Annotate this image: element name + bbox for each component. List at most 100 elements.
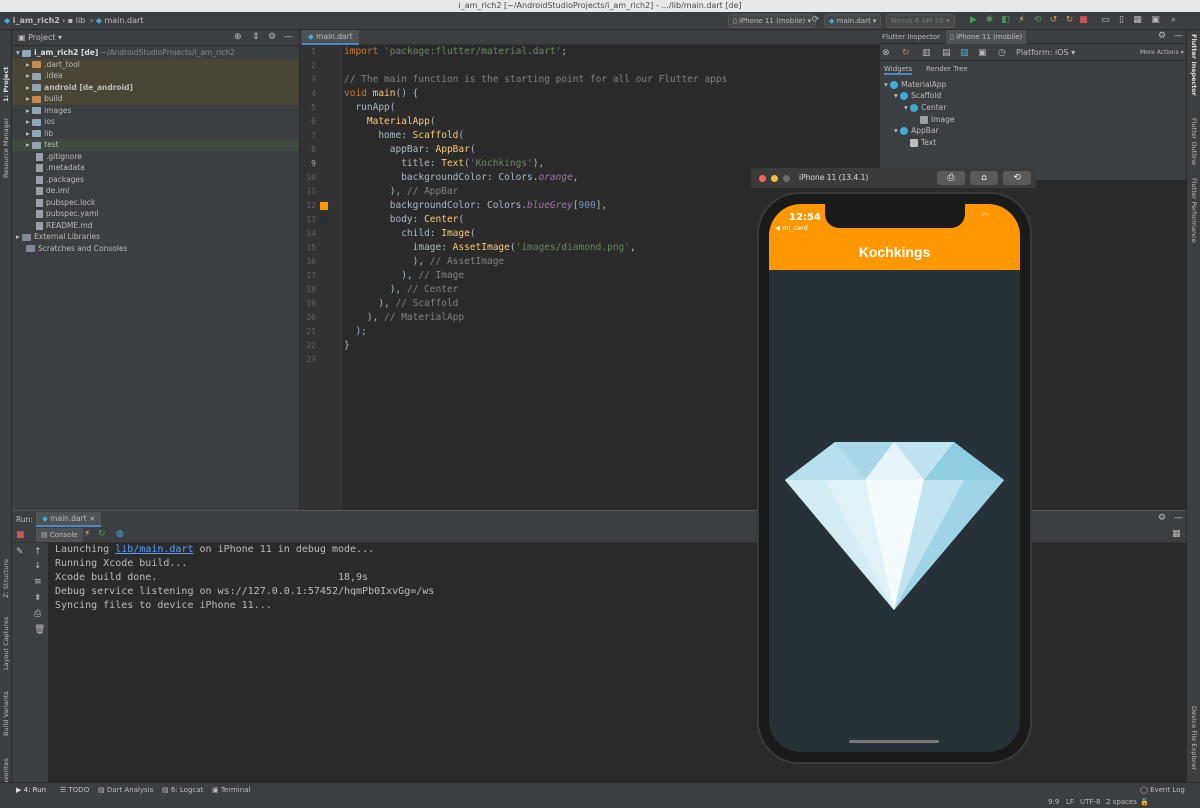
tree-item[interactable]: .packages [12,174,299,186]
widget-tree-center[interactable]: ▾ Center [904,103,946,112]
select-widget-icon[interactable]: ⊗ [882,48,890,58]
locate-icon[interactable]: ⊕ [234,32,242,42]
main-dart-link[interactable]: lib/main.dart [115,544,193,555]
tree-item[interactable]: .gitignore [12,151,299,163]
baseline-icon[interactable]: ▣ [978,48,987,58]
refresh-icon[interactable]: ⟳ [810,15,821,26]
tab-run[interactable]: ▶ 4: Run [16,786,46,794]
inspector-hide-icon[interactable]: — [1174,31,1183,41]
run-gear-icon[interactable]: ⚙ [1158,513,1166,523]
more-actions-button[interactable]: More Actions ▾ [1140,49,1184,56]
stop-icon[interactable]: ■ [16,530,25,540]
hot-restart-icon[interactable]: ↻ [98,529,106,539]
search-icon[interactable]: ⌕ [1168,15,1179,26]
lock-icon[interactable]: 🔒 [1140,798,1149,806]
project-structure-icon[interactable]: ▦ [1132,15,1143,26]
line-separator[interactable]: LF [1066,798,1074,806]
tree-item[interactable]: ▸ lib [12,128,299,140]
tree-item[interactable]: ▸ android [de_android] [12,81,299,93]
restart-icon[interactable]: ↻ [1064,15,1075,26]
breadcrumb-lib[interactable]: › ▪ lib [62,15,85,27]
run-config-selector[interactable]: ◆ main.dart ▾ [824,14,882,28]
performance-overlay-icon[interactable]: ▥ [922,48,931,58]
tab-logcat[interactable]: ▤ 6: Logcat [162,786,203,794]
iphone-screen[interactable]: 12:54 ◀ ml_card ◠ DEBUG Kochkings [769,204,1020,752]
gear-icon[interactable]: ⚙ [268,32,276,42]
scroll-down-icon[interactable]: ↓ [34,561,42,571]
tree-item[interactable]: ▸ .idea [12,70,299,82]
hot-reload-icon[interactable]: ⚡ [84,529,90,539]
avd-manager-icon[interactable]: ▯ [1116,15,1127,26]
coverage-icon[interactable]: ◧ [1000,15,1011,26]
zoom-button[interactable] [783,175,790,182]
platform-selector[interactable]: Platform: iOS ▾ [1016,48,1075,57]
breadcrumb-file[interactable]: › ◆ main.dart [90,15,143,27]
tree-item[interactable]: ▸ test [12,139,299,151]
stop-icon[interactable]: ■ [1078,15,1089,26]
tree-item[interactable]: ▸ build [12,93,299,105]
inspector-device-tab[interactable]: ▯ iPhone 11 (mobile) [946,30,1027,44]
widgets-tab[interactable]: Widgets [884,65,913,75]
widget-tree-materialapp[interactable]: ▾ MaterialApp [884,80,946,89]
tree-item[interactable]: ▸ images [12,105,299,117]
profile-icon[interactable]: ↺ [1048,15,1059,26]
debug-paint-icon[interactable]: ▤ [942,48,951,58]
home-indicator[interactable] [849,740,939,743]
tree-item[interactable]: README.md [12,220,299,232]
widget-tree-appbar[interactable]: ▾ AppBar [894,126,939,135]
tree-item[interactable]: pubspec.lock [12,197,299,209]
inspector-tab[interactable]: Flutter Inspector [882,33,940,41]
tree-item[interactable]: ▸ ios [12,116,299,128]
indent[interactable]: 2 spaces [1106,798,1137,806]
editor-tab-main[interactable]: ◆ main.dart [302,30,359,45]
print-icon[interactable]: ⎙ [34,609,41,619]
slow-animations-icon[interactable]: ◷ [998,48,1006,58]
tree-item[interactable]: .metadata [12,162,299,174]
layout-icon[interactable]: ▦ [1172,529,1181,539]
debug-icon[interactable]: ✱ [984,15,995,26]
run-config-tab[interactable]: ◆ main.dart × [36,512,102,527]
device-manager-icon[interactable]: ▣ [1150,15,1161,26]
scroll-up-icon[interactable]: ↑ [34,547,42,557]
render-tree-tab[interactable]: Render Tree [926,65,968,73]
widget-tree-text[interactable]: Text [910,138,936,147]
inspector-gear-icon[interactable]: ⚙ [1158,31,1166,41]
tree-item[interactable]: de.iml [12,185,299,197]
screenshot-icon[interactable]: ⎙ [937,171,965,185]
collapse-icon[interactable]: ⇕ [252,32,260,42]
widget-tree-scaffold[interactable]: ▾ Scaffold [894,91,941,100]
run-hide-icon[interactable]: — [1174,513,1183,523]
minimize-button[interactable] [771,175,778,182]
tree-external-libraries[interactable]: ▸ External Libraries [12,231,299,243]
tab-dart-analysis[interactable]: ▤ Dart Analysis [98,786,153,794]
tree-scratches[interactable]: Scratches and Consoles [12,243,299,255]
devtools-icon[interactable]: ◍ [116,529,124,539]
hot-reload-icon[interactable]: ⚡ [1016,15,1027,26]
color-swatch-orange[interactable] [320,202,328,210]
console-tab[interactable]: ▤ Console [36,528,83,542]
project-view-selector[interactable]: ▣ Project ▾ [18,33,62,42]
tab-terminal[interactable]: ▣ Terminal [212,786,250,794]
sdk-manager-icon[interactable]: ▭ [1100,15,1111,26]
tree-root[interactable]: ▾ i_am_rich2 [de] ~/AndroidStudioProject… [12,47,299,59]
repaint-rainbow-icon[interactable]: ▧ [960,48,969,58]
pin-icon[interactable]: ✎ [16,547,24,557]
tree-item[interactable]: ▸ .dart_tool [12,58,299,70]
avd-selector[interactable]: Nexus 6 API 28 ▾ [886,14,955,28]
tab-todo[interactable]: ☰ TODO [60,786,89,794]
hide-icon[interactable]: — [284,32,293,42]
rotate-icon[interactable]: ⟲ [1003,171,1031,185]
color-swatch-bluegrey[interactable] [320,216,328,224]
event-log[interactable]: ◯ Event Log [1140,786,1185,794]
breadcrumb-project[interactable]: ◆ i_am_rich2 [4,15,60,27]
run-icon[interactable]: ▶ [968,15,979,26]
home-icon[interactable]: ⌂ [970,171,998,185]
cursor-position[interactable]: 9:9 [1048,798,1059,806]
widget-tree-image[interactable]: Image [920,115,955,124]
device-selector[interactable]: ▯ iPhone 11 (mobile) ▾ [728,14,817,28]
encoding[interactable]: UTF-8 [1080,798,1100,806]
attach-icon[interactable]: ⟲ [1032,15,1043,26]
clear-icon[interactable]: 🗑 [34,625,45,635]
close-button[interactable] [759,175,766,182]
refresh-tree-icon[interactable]: ↻ [902,48,910,58]
